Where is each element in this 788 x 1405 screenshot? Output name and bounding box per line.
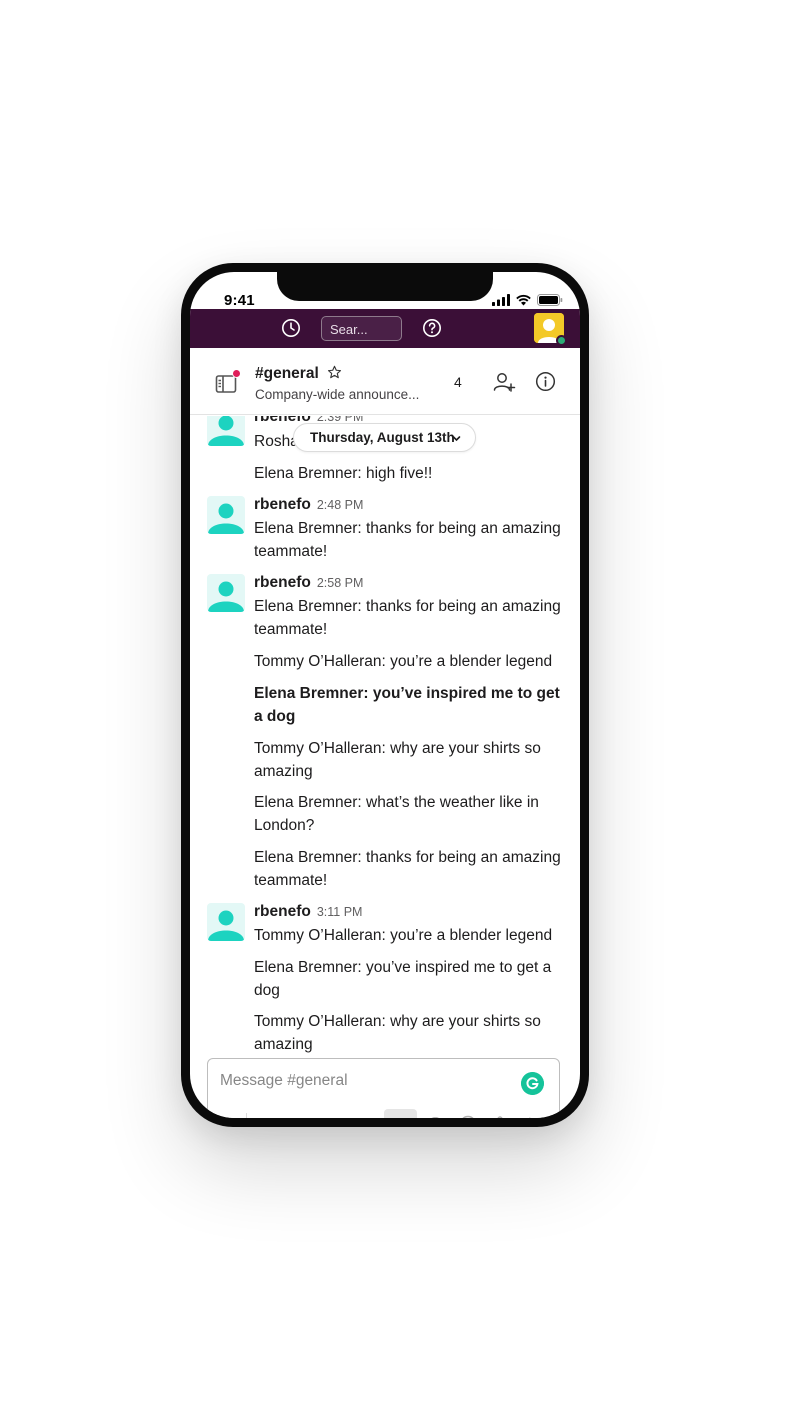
- status-time: 9:41: [224, 292, 255, 309]
- message-username[interactable]: rbenefo: [254, 903, 311, 920]
- channel-header: #general Company-wide announce... 4: [190, 348, 580, 415]
- toolbar-divider: [246, 1113, 247, 1118]
- message-timestamp[interactable]: 3:11 PM: [317, 905, 363, 919]
- user-avatar[interactable]: [207, 496, 245, 534]
- italic-icon[interactable]: I: [301, 1115, 305, 1118]
- battery-icon: [537, 294, 563, 306]
- message-input[interactable]: Message #general: [220, 1072, 348, 1090]
- composer-toolbar: B I ··· Aa @: [208, 1105, 561, 1118]
- presence-indicator: [556, 335, 567, 346]
- grammarly-icon[interactable]: [521, 1072, 544, 1095]
- date-divider-pill[interactable]: Thursday, August 13th: [293, 423, 476, 452]
- phone-frame: 9:41 Sear... #general Company-wide annou…: [181, 263, 589, 1127]
- person-icon: [208, 503, 244, 534]
- send-icon[interactable]: [528, 1116, 546, 1118]
- message-list[interactable]: rbenefo 2:39 PM Rosha Elena Bremner: high…: [190, 416, 580, 1053]
- person-icon: [208, 581, 244, 612]
- mention-icon[interactable]: @: [427, 1115, 442, 1118]
- message-timestamp[interactable]: 2:48 PM: [317, 498, 364, 512]
- member-count[interactable]: 4: [454, 374, 462, 390]
- message-composer[interactable]: Message #general B I ··· Aa @: [207, 1058, 560, 1118]
- wifi-icon: [516, 294, 531, 306]
- message-text: Elena Bremner: thanks for being an amazi…: [254, 849, 561, 889]
- star-icon[interactable]: [327, 365, 342, 380]
- message-text: Elena Bremner: thanks for being an amazi…: [254, 520, 561, 560]
- app-screen: 9:41 Sear... #general Company-wide annou…: [190, 272, 580, 1118]
- message-text: Tommy O’Halleran: why are your shirts so…: [254, 1013, 541, 1053]
- chevron-down-icon: [452, 436, 461, 442]
- more-formatting-icon[interactable]: ···: [333, 1115, 348, 1118]
- search-input[interactable]: Sear...: [321, 316, 402, 341]
- format-toggle-button[interactable]: Aa: [384, 1109, 417, 1118]
- message-text-unread: Elena Bremner: you’ve inspired me to get…: [254, 685, 560, 725]
- notification-badge: [232, 369, 241, 378]
- user-avatar[interactable]: [207, 416, 245, 446]
- message-timestamp[interactable]: 2:58 PM: [317, 576, 364, 590]
- date-divider-label: Thursday, August 13th: [310, 430, 455, 445]
- person-icon: [208, 416, 244, 446]
- emoji-icon[interactable]: [459, 1115, 477, 1118]
- message-text: Tommy O’Halleran: you’re a blender legen…: [254, 653, 553, 670]
- channel-name[interactable]: #general: [255, 365, 319, 383]
- notch: [277, 272, 493, 301]
- attachment-icon[interactable]: [494, 1115, 508, 1118]
- app-topbar: Sear...: [190, 309, 580, 348]
- message-username[interactable]: rbenefo: [254, 574, 311, 591]
- history-clock-icon[interactable]: [281, 318, 301, 338]
- user-avatar[interactable]: [207, 574, 245, 612]
- message-username[interactable]: rbenefo: [254, 496, 311, 513]
- signal-icon: [492, 294, 510, 306]
- channel-topic[interactable]: Company-wide announce...: [255, 387, 419, 402]
- add-member-icon[interactable]: [492, 370, 516, 394]
- message-text: Elena Bremner: you’ve inspired me to get…: [254, 959, 552, 999]
- help-icon[interactable]: [422, 318, 442, 338]
- message-text: Tommy O’Halleran: you’re a blender legen…: [254, 927, 553, 944]
- shortcuts-bolt-icon[interactable]: [222, 1117, 236, 1118]
- format-toggle-label: Aa: [392, 1115, 409, 1118]
- message-text: Elena Bremner: what’s the weather like i…: [254, 794, 539, 834]
- user-avatar[interactable]: [207, 903, 245, 941]
- message-text: Elena Bremner: high five!!: [254, 465, 433, 482]
- person-icon: [208, 910, 244, 941]
- message-text: Elena Bremner: thanks for being an amazi…: [254, 598, 561, 638]
- bold-icon[interactable]: B: [263, 1115, 274, 1118]
- message-text: Tommy O’Halleran: why are your shirts so…: [254, 740, 541, 780]
- info-icon[interactable]: [535, 371, 556, 392]
